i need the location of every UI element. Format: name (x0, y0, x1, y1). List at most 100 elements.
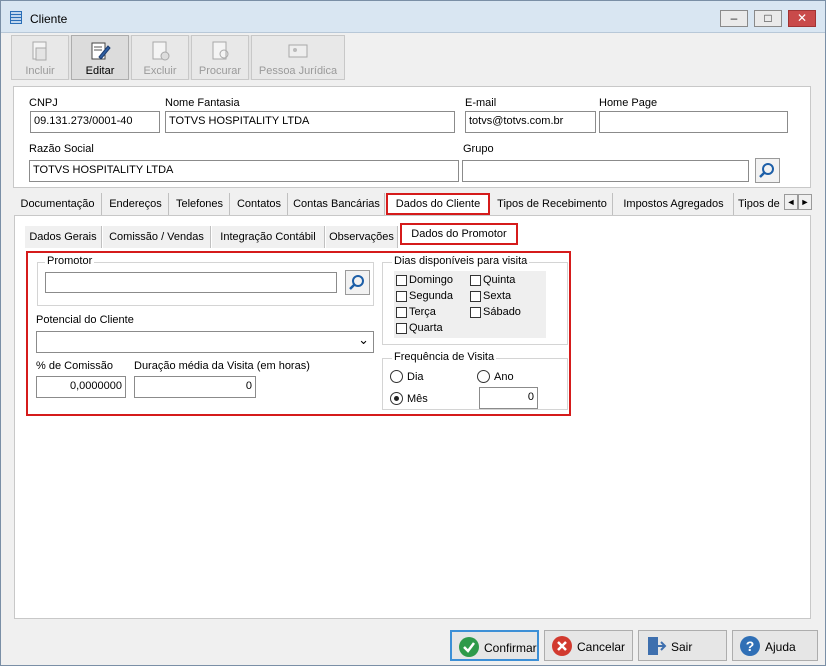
procurar-button[interactable]: Procurar (191, 35, 249, 80)
client-header-panel: CNPJ 09.131.273/0001-40 Nome Fantasia TO… (13, 86, 811, 188)
tab-telefones[interactable]: Telefones (170, 193, 230, 215)
checkbox-sexta[interactable] (470, 291, 481, 302)
subtab-observacoes[interactable]: Observações (326, 226, 398, 248)
frequencia-value-field[interactable]: 0 (479, 387, 538, 409)
new-document-icon (32, 41, 47, 61)
minimize-button[interactable]: – (720, 10, 748, 27)
razao-social-label: Razão Social (29, 143, 94, 155)
dias-group-title: Dias disponíveis para visita (392, 255, 530, 267)
tab-enderecos[interactable]: Endereços (103, 193, 169, 215)
procurar-label: Procurar (198, 65, 242, 77)
sair-button[interactable]: Sair (638, 630, 727, 661)
comissao-label: % de Comissão (36, 360, 114, 372)
label-sabado: Sábado (483, 306, 521, 318)
checkbox-quinta[interactable] (470, 275, 481, 286)
grupo-field[interactable] (462, 160, 749, 182)
label-mes: Mês (407, 393, 428, 405)
building-icon (10, 11, 22, 24)
label-domingo: Domingo (409, 274, 454, 286)
tab-scroll-right-button[interactable]: ► (798, 194, 812, 210)
pessoa-juridica-button[interactable]: Pessoa Jurídica (251, 35, 345, 80)
help-icon: ? (740, 636, 760, 656)
label-dia: Dia (407, 371, 424, 383)
window-title: Cliente (30, 12, 68, 26)
checkbox-terca[interactable] (396, 307, 407, 318)
title-bar: Cliente – □ ✕ (1, 1, 825, 33)
company-card-icon (288, 44, 308, 58)
confirmar-label: Confirmar (484, 641, 537, 655)
radio-dia[interactable] (390, 370, 403, 383)
sair-label: Sair (671, 640, 693, 654)
radio-mes[interactable] (390, 392, 403, 405)
promotor-group-title: Promotor (45, 255, 95, 267)
checkbox-domingo[interactable] (396, 275, 407, 286)
check-circle-icon (459, 637, 479, 657)
ajuda-label: Ajuda (765, 640, 796, 654)
tab-contas-bancarias[interactable]: Contas Bancárias (289, 193, 385, 215)
dias-checkbox-area: Domingo Segunda Terça Quarta Quinta Sext… (394, 271, 546, 338)
pessoa-juridica-label: Pessoa Jurídica (258, 65, 338, 77)
excluir-label: Excluir (143, 65, 177, 77)
cnpj-field[interactable]: 09.131.273/0001-40 (30, 111, 160, 133)
incluir-label: Incluir (25, 65, 55, 77)
promotor-field[interactable] (45, 272, 337, 293)
dados-do-cliente-page: Dados Gerais Comissão / Vendas Integraçã… (14, 215, 811, 619)
subtab-dados-gerais[interactable]: Dados Gerais (25, 226, 102, 248)
home-page-field[interactable] (599, 111, 788, 133)
search-icon (349, 275, 364, 290)
label-segunda: Segunda (409, 290, 454, 302)
razao-social-field[interactable]: TOTVS HOSPITALITY LTDA (29, 160, 459, 182)
promotor-search-button[interactable] (345, 270, 370, 295)
cnpj-label: CNPJ (29, 97, 58, 109)
chevron-down-icon: ⌄ (358, 332, 369, 347)
potencial-dropdown[interactable]: ⌄ (36, 331, 374, 353)
tab-impostos-agregados[interactable]: Impostos Agregados (614, 193, 734, 215)
duracao-label: Duração média da Visita (em horas) (134, 360, 310, 372)
confirmar-button[interactable]: Confirmar (450, 630, 539, 661)
delete-document-icon (152, 41, 170, 61)
cancelar-button[interactable]: Cancelar (544, 630, 633, 661)
checkbox-segunda[interactable] (396, 291, 407, 302)
email-label: E-mail (465, 97, 497, 109)
subtab-dados-do-promotor[interactable]: Dados do Promotor (400, 223, 518, 245)
subtab-integracao-contabil[interactable]: Integração Contábil (212, 226, 325, 248)
svg-text:?: ? (746, 638, 755, 654)
tab-scroll-arrows: ◄ ► (784, 194, 812, 210)
frequencia-group-title: Frequência de Visita (392, 351, 497, 363)
label-ano: Ano (494, 371, 514, 383)
duracao-field[interactable]: 0 (134, 376, 256, 398)
exit-door-icon (648, 637, 667, 655)
tab-contatos[interactable]: Contatos (231, 193, 288, 215)
grupo-search-button[interactable] (755, 158, 780, 183)
tab-scroll-left-button[interactable]: ◄ (784, 194, 798, 210)
ajuda-button[interactable]: ? Ajuda (732, 630, 818, 661)
radio-ano[interactable] (477, 370, 490, 383)
close-button[interactable]: ✕ (788, 10, 816, 27)
tab-dados-do-cliente[interactable]: Dados do Cliente (386, 193, 490, 215)
edit-pen-icon (91, 42, 111, 60)
excluir-button[interactable]: Excluir (131, 35, 189, 80)
subtab-comissao-vendas[interactable]: Comissão / Vendas (103, 226, 211, 248)
nome-fantasia-field[interactable]: TOTVS HOSPITALITY LTDA (165, 111, 455, 133)
nome-fantasia-label: Nome Fantasia (165, 97, 240, 109)
grupo-label: Grupo (463, 143, 494, 155)
checkbox-quarta[interactable] (396, 323, 407, 334)
editar-label: Editar (85, 65, 115, 77)
checkbox-sabado[interactable] (470, 307, 481, 318)
tab-tipos-de-recebimento[interactable]: Tipos de Recebimento (492, 193, 613, 215)
home-page-label: Home Page (599, 97, 658, 109)
restore-button[interactable]: □ (754, 10, 782, 27)
toolbar: Incluir Editar Excluir Procurar Pessoa J… (11, 35, 345, 80)
search-document-icon (212, 41, 229, 60)
incluir-button[interactable]: Incluir (11, 35, 69, 80)
label-quarta: Quarta (409, 322, 443, 334)
bottom-button-bar: Confirmar Cancelar Sair ? Ajuda (1, 625, 825, 666)
promotor-highlight-box: Promotor Potencial do Cliente ⌄ % de Com… (26, 251, 571, 416)
email-field[interactable]: totvs@totvs.com.br (465, 111, 596, 133)
comissao-field[interactable]: 0,0000000 (36, 376, 126, 398)
editar-button[interactable]: Editar (71, 35, 129, 80)
potencial-label: Potencial do Cliente (36, 314, 134, 326)
label-sexta: Sexta (483, 290, 512, 302)
label-quinta: Quinta (483, 274, 516, 286)
tab-documentacao[interactable]: Documentação (14, 193, 102, 215)
